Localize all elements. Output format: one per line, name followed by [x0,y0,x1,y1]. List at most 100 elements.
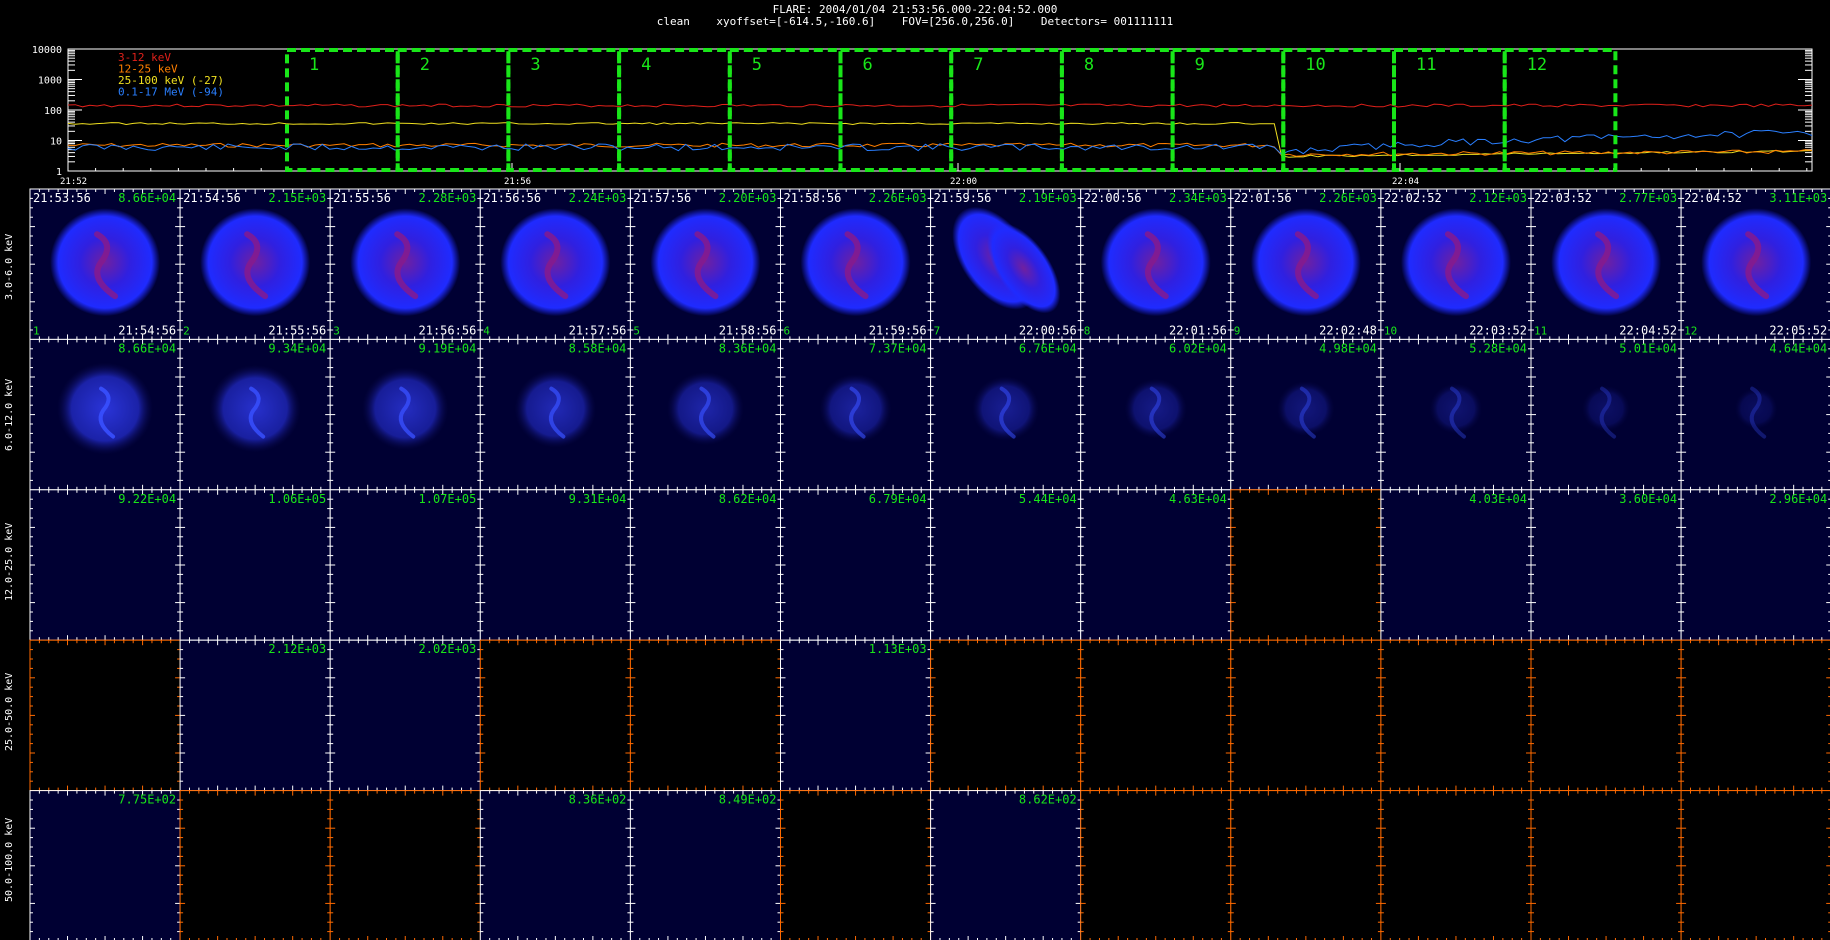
panel-frame [29,489,181,641]
image-panel[interactable]: 2.24E+03 21:56:56 21:57:56 4 [479,188,631,340]
image-panel[interactable]: 6.02E+04 [1080,338,1232,491]
image-panel[interactable]: 5.44E+04 [930,489,1082,641]
panel-frame [29,790,181,940]
image-panel[interactable]: 6.76E+04 [930,338,1082,491]
image-panel[interactable] [1230,639,1382,792]
image-panel[interactable]: 8.62E+02 [930,790,1082,940]
image-panel[interactable]: 6.79E+04 [780,489,932,641]
image-panel[interactable]: 2.12E+03 [179,639,331,792]
flare-image [1250,208,1361,317]
panel-frame [179,489,331,641]
flare-image [350,208,461,317]
image-panel[interactable]: 8.66E+04 21:53:56 21:54:56 1 [29,188,181,340]
peak-value: 8.62E+02 [1019,793,1077,807]
image-panel[interactable] [1080,790,1232,940]
interval-start-time: 22:04:52 [1684,191,1742,205]
image-panel[interactable] [1230,489,1382,641]
interval-index: 11 [1534,324,1547,337]
image-panel[interactable]: 2.77E+03 22:03:52 22:04:52 11 [1530,188,1682,340]
image-panel[interactable]: 8.49E+02 [629,790,782,940]
image-panel[interactable]: 4.98E+04 [1230,338,1382,491]
image-panel[interactable]: 9.22E+04 [29,489,181,641]
image-panel[interactable]: 9.19E+04 [329,338,481,491]
flare-image [200,208,311,317]
interval-end-time: 21:57:56 [569,323,627,337]
panel-frame [629,790,782,940]
image-panel[interactable]: 3.11E+03 22:04:52 22:05:52 12 [1680,188,1830,340]
image-panel[interactable]: 8.36E+04 [629,338,782,491]
image-panel[interactable]: 4.03E+04 [1380,489,1532,641]
image-panel[interactable]: 2.20E+03 21:57:56 21:58:56 5 [629,188,782,340]
image-panel[interactable]: 7.75E+02 [29,790,181,940]
image-panel[interactable]: 2.34E+03 22:00:56 22:01:56 8 [1080,188,1232,340]
peak-value: 2.77E+03 [1619,191,1677,205]
image-panel[interactable]: 9.34E+04 [179,338,331,491]
image-panel[interactable]: 5.28E+04 [1380,338,1532,491]
image-panel[interactable]: 8.66E+04 [29,338,181,491]
interval-start-time: 21:53:56 [33,191,91,205]
image-panel[interactable] [1530,639,1682,792]
panel-frame [930,790,1082,940]
image-panel[interactable] [479,639,631,792]
image-panel[interactable] [1530,790,1682,940]
panel-frame [329,489,481,641]
image-panel[interactable]: 2.96E+04 [1680,489,1830,641]
image-panel[interactable]: 7.37E+04 [780,338,932,491]
interval-end-time: 21:58:56 [719,323,777,337]
image-panel[interactable]: 5.01E+04 [1530,338,1682,491]
peak-value: 1.07E+05 [419,492,477,506]
panel-frame [479,639,631,792]
image-panel[interactable] [780,790,932,940]
panel-frame [930,489,1082,641]
image-panel[interactable]: 1.13E+03 [780,639,932,792]
peak-value: 1.13E+03 [869,642,927,656]
image-panel[interactable]: 8.62E+04 [629,489,782,641]
row-label-energy: 6.0-12.0 keV [4,378,15,451]
image-panel[interactable] [29,639,181,792]
image-panel[interactable] [179,790,331,940]
image-panel[interactable]: 3.60E+04 [1530,489,1682,641]
image-panel[interactable] [1380,790,1532,940]
image-panel[interactable] [1080,639,1232,792]
image-panel[interactable] [930,639,1082,792]
image-panel[interactable]: 2.15E+03 21:54:56 21:55:56 2 [179,188,331,340]
peak-value: 5.01E+04 [1619,341,1677,355]
peak-value: 7.37E+04 [869,341,927,355]
image-panel[interactable]: 8.58E+04 [479,338,631,491]
image-panel[interactable]: 1.06E+05 [179,489,331,641]
peak-value: 2.96E+04 [1769,492,1827,506]
image-panel[interactable] [1230,790,1382,940]
panel-frame [629,489,782,641]
image-panel[interactable]: 2.19E+03 21:59:56 22:00:56 7 [930,188,1082,340]
interval-end-time: 22:00:56 [1019,323,1077,337]
interval-start-time: 21:54:56 [183,191,241,205]
peak-value: 8.62E+04 [719,492,777,506]
peak-value: 2.28E+03 [419,191,477,205]
peak-value: 2.15E+03 [268,191,326,205]
panel-frame [1080,639,1232,792]
peak-value: 5.44E+04 [1019,492,1077,506]
image-panel[interactable] [329,790,481,940]
image-panel[interactable]: 2.26E+03 22:01:56 22:02:48 9 [1230,188,1382,340]
panel-frame [1680,639,1830,792]
image-panel[interactable]: 2.12E+03 22:02:52 22:03:52 10 [1380,188,1532,340]
panel-frame [1230,489,1382,641]
image-panel[interactable]: 8.36E+02 [479,790,631,940]
image-panel[interactable] [1680,639,1830,792]
image-panel[interactable]: 2.28E+03 21:55:56 21:56:56 3 [329,188,481,340]
flare-image [650,208,761,317]
image-panel[interactable]: 4.63E+04 [1080,489,1232,641]
image-panel[interactable]: 4.64E+04 [1680,338,1830,491]
panel-frame [479,790,631,940]
image-panel[interactable]: 2.26E+03 21:58:56 21:59:56 6 [780,188,932,340]
interval-start-time: 21:55:56 [333,191,391,205]
image-panel[interactable]: 9.31E+04 [479,489,631,641]
image-panel[interactable] [629,639,782,792]
image-panel[interactable] [1380,639,1532,792]
image-panel[interactable]: 2.02E+03 [329,639,481,792]
interval-index: 3 [333,324,340,337]
peak-value: 2.19E+03 [1019,191,1077,205]
image-panel[interactable] [1680,790,1830,940]
image-panel[interactable]: 1.07E+05 [329,489,481,641]
row-label-energy: 25.0-50.0 keV [4,673,15,752]
